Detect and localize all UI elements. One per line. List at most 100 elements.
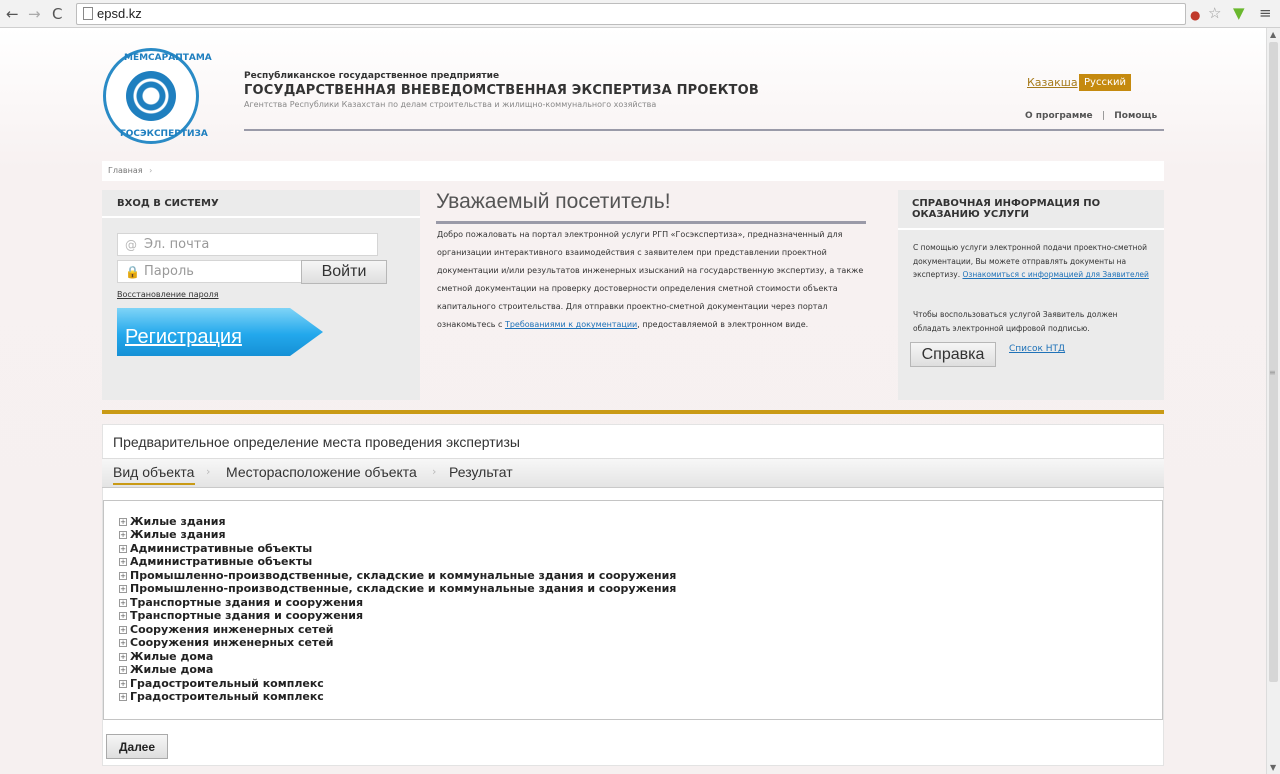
tree-item[interactable]: + Сооружения инженерных сетей <box>119 623 333 636</box>
download-icon[interactable]: ▼ <box>1233 4 1245 22</box>
tree-item[interactable]: + Транспортные здания и сооружения <box>119 609 363 622</box>
expand-icon[interactable]: + <box>119 545 127 553</box>
expand-icon[interactable]: + <box>119 599 127 607</box>
active-step-indicator <box>113 483 195 485</box>
tree-item[interactable]: + Административные объекты <box>119 555 312 568</box>
tree-item-label: Жилые дома <box>130 650 214 663</box>
expand-icon[interactable]: + <box>119 531 127 539</box>
tree-item-label: Транспортные здания и сооружения <box>130 596 364 609</box>
email-field[interactable]: @ Эл. почта <box>117 233 378 256</box>
back-arrow-icon[interactable]: ← <box>6 5 19 23</box>
login-button[interactable]: Войти <box>301 260 387 284</box>
expand-icon[interactable]: + <box>119 585 127 593</box>
expand-icon[interactable]: + <box>119 693 127 701</box>
tree-item[interactable]: + Сооружения инженерных сетей <box>119 636 333 649</box>
welcome-text: Добро пожаловать на портал электронной у… <box>437 226 873 335</box>
org-agency: Агентства Республики Казахстан по делам … <box>244 100 657 109</box>
tree-item[interactable]: + Жилые дома <box>119 663 213 676</box>
reload-icon[interactable]: C <box>52 5 62 23</box>
expand-icon[interactable]: + <box>119 653 127 661</box>
lang-ru-active[interactable]: Русский <box>1079 74 1131 91</box>
tree-item-label: Промышленно-производственные, складские … <box>130 569 677 582</box>
password-placeholder: Пароль <box>144 264 194 279</box>
tree-item-label: Административные объекты <box>130 555 313 568</box>
org-type: Республиканское государственное предприя… <box>244 71 500 81</box>
tree-item[interactable]: + Транспортные здания и сооружения <box>119 596 363 609</box>
scroll-down-icon[interactable]: ▼ <box>1270 763 1276 772</box>
page-icon <box>83 7 93 20</box>
address-url[interactable]: epsd.kz <box>97 6 142 21</box>
expand-icon[interactable]: + <box>119 680 127 688</box>
step-object-location[interactable]: Месторасположение объекта <box>226 464 417 480</box>
tree-item-label: Промышленно-производственные, складские … <box>130 582 677 595</box>
next-button[interactable]: Далее <box>106 734 168 759</box>
expand-icon[interactable]: + <box>119 639 127 647</box>
tree-item[interactable]: + Административные объекты <box>119 542 312 555</box>
logo-emblem-icon <box>126 71 176 121</box>
org-name: ГОСУДАРСТВЕННАЯ ВНЕВЕДОМСТВЕННАЯ ЭКСПЕРТ… <box>244 83 759 98</box>
tree-item-label: Жилые здания <box>130 528 226 541</box>
info-divider <box>898 228 1164 230</box>
info-text-1: С помощью услуги электронной подачи прое… <box>913 241 1153 282</box>
tree-item[interactable]: + Промышленно-производственные, складские… <box>119 569 676 582</box>
logo[interactable]: МЕМСАРАПТАМА ГОСЭКСПЕРТИЗА <box>103 48 212 144</box>
requirements-link[interactable]: Требованиями к документации <box>505 320 637 329</box>
lock-icon: 🔒 <box>125 265 140 279</box>
tree-item[interactable]: + Градостроительный комплекс <box>119 690 324 703</box>
expand-icon[interactable]: + <box>119 518 127 526</box>
breadcrumb-separator: › <box>149 166 153 175</box>
forward-arrow-icon[interactable]: → <box>28 5 41 23</box>
expand-icon[interactable]: + <box>119 558 127 566</box>
tree-item-label: Административные объекты <box>130 542 313 555</box>
welcome-divider <box>436 221 866 224</box>
top-links-separator: | <box>1101 111 1106 121</box>
scrollbar-thumb[interactable] <box>1269 42 1278 682</box>
step-object-type[interactable]: Вид объекта <box>113 464 194 480</box>
expand-icon[interactable]: + <box>119 572 127 580</box>
welcome-title: Уважаемый посетитель! <box>436 190 671 213</box>
star-icon[interactable]: ☆ <box>1208 4 1221 22</box>
top-links: О программе | Помощь <box>1025 111 1157 121</box>
logo-bottom-text: ГОСЭКСПЕРТИЗА <box>120 129 208 139</box>
scroll-grip-icon: ≡ <box>1269 368 1276 377</box>
expand-icon[interactable]: + <box>119 666 127 674</box>
welcome-text-end: , предоставляемой в электронном виде. <box>637 320 809 330</box>
breadcrumb-home[interactable]: Главная <box>108 166 143 175</box>
lang-kz-link[interactable]: Казакша <box>1027 76 1078 89</box>
help-link[interactable]: Помощь <box>1114 111 1157 121</box>
password-field[interactable]: 🔒 Пароль <box>117 260 302 283</box>
vertical-scrollbar[interactable]: ▲ ≡ ▼ <box>1266 28 1280 774</box>
welcome-text-main: Добро пожаловать на портал электронной у… <box>437 230 864 330</box>
info-panel <box>898 190 1164 400</box>
logo-top-text: МЕМСАРАПТАМА <box>124 53 212 63</box>
tree-item[interactable]: + Жилые здания <box>119 528 226 541</box>
tree-item-label: Жилые дома <box>130 663 214 676</box>
address-bar[interactable]: epsd.kz <box>76 3 1186 25</box>
tree-item[interactable]: + Жилые здания <box>119 515 226 528</box>
tree-item-label: Жилые здания <box>130 515 226 528</box>
tree-item[interactable]: + Промышленно-производственные, складские… <box>119 582 676 595</box>
gold-divider <box>102 410 1164 414</box>
step-separator: › <box>206 465 211 478</box>
tree-item-label: Транспортные здания и сооружения <box>130 609 364 622</box>
expand-icon[interactable]: + <box>119 626 127 634</box>
recover-password-link[interactable]: Восстановление пароля <box>117 290 219 299</box>
ntd-list-link[interactable]: Список НТД <box>1009 344 1065 354</box>
tree-item[interactable]: + Градостроительный комплекс <box>119 677 324 690</box>
help-button[interactable]: Справка <box>910 342 996 367</box>
breadcrumb-items: Главная › <box>108 166 152 175</box>
tree-item-label: Градостроительный комплекс <box>130 690 324 703</box>
register-button[interactable]: Регистрация <box>117 308 323 356</box>
tree-item[interactable]: + Жилые дома <box>119 650 213 663</box>
tree-item-label: Сооружения инженерных сетей <box>130 636 334 649</box>
login-divider <box>102 216 420 218</box>
menu-icon[interactable]: ≡ <box>1259 4 1272 22</box>
scroll-up-icon[interactable]: ▲ <box>1270 30 1276 39</box>
breadcrumb <box>102 161 1164 181</box>
step-result[interactable]: Результат <box>449 464 513 480</box>
about-link[interactable]: О программе <box>1025 111 1093 121</box>
expand-icon[interactable]: + <box>119 612 127 620</box>
tree-item-label: Градостроительный комплекс <box>130 677 324 690</box>
adblock-icon[interactable]: ● <box>1190 6 1200 24</box>
applicant-info-link[interactable]: Ознакомиться с информацией для Заявителе… <box>963 270 1149 279</box>
